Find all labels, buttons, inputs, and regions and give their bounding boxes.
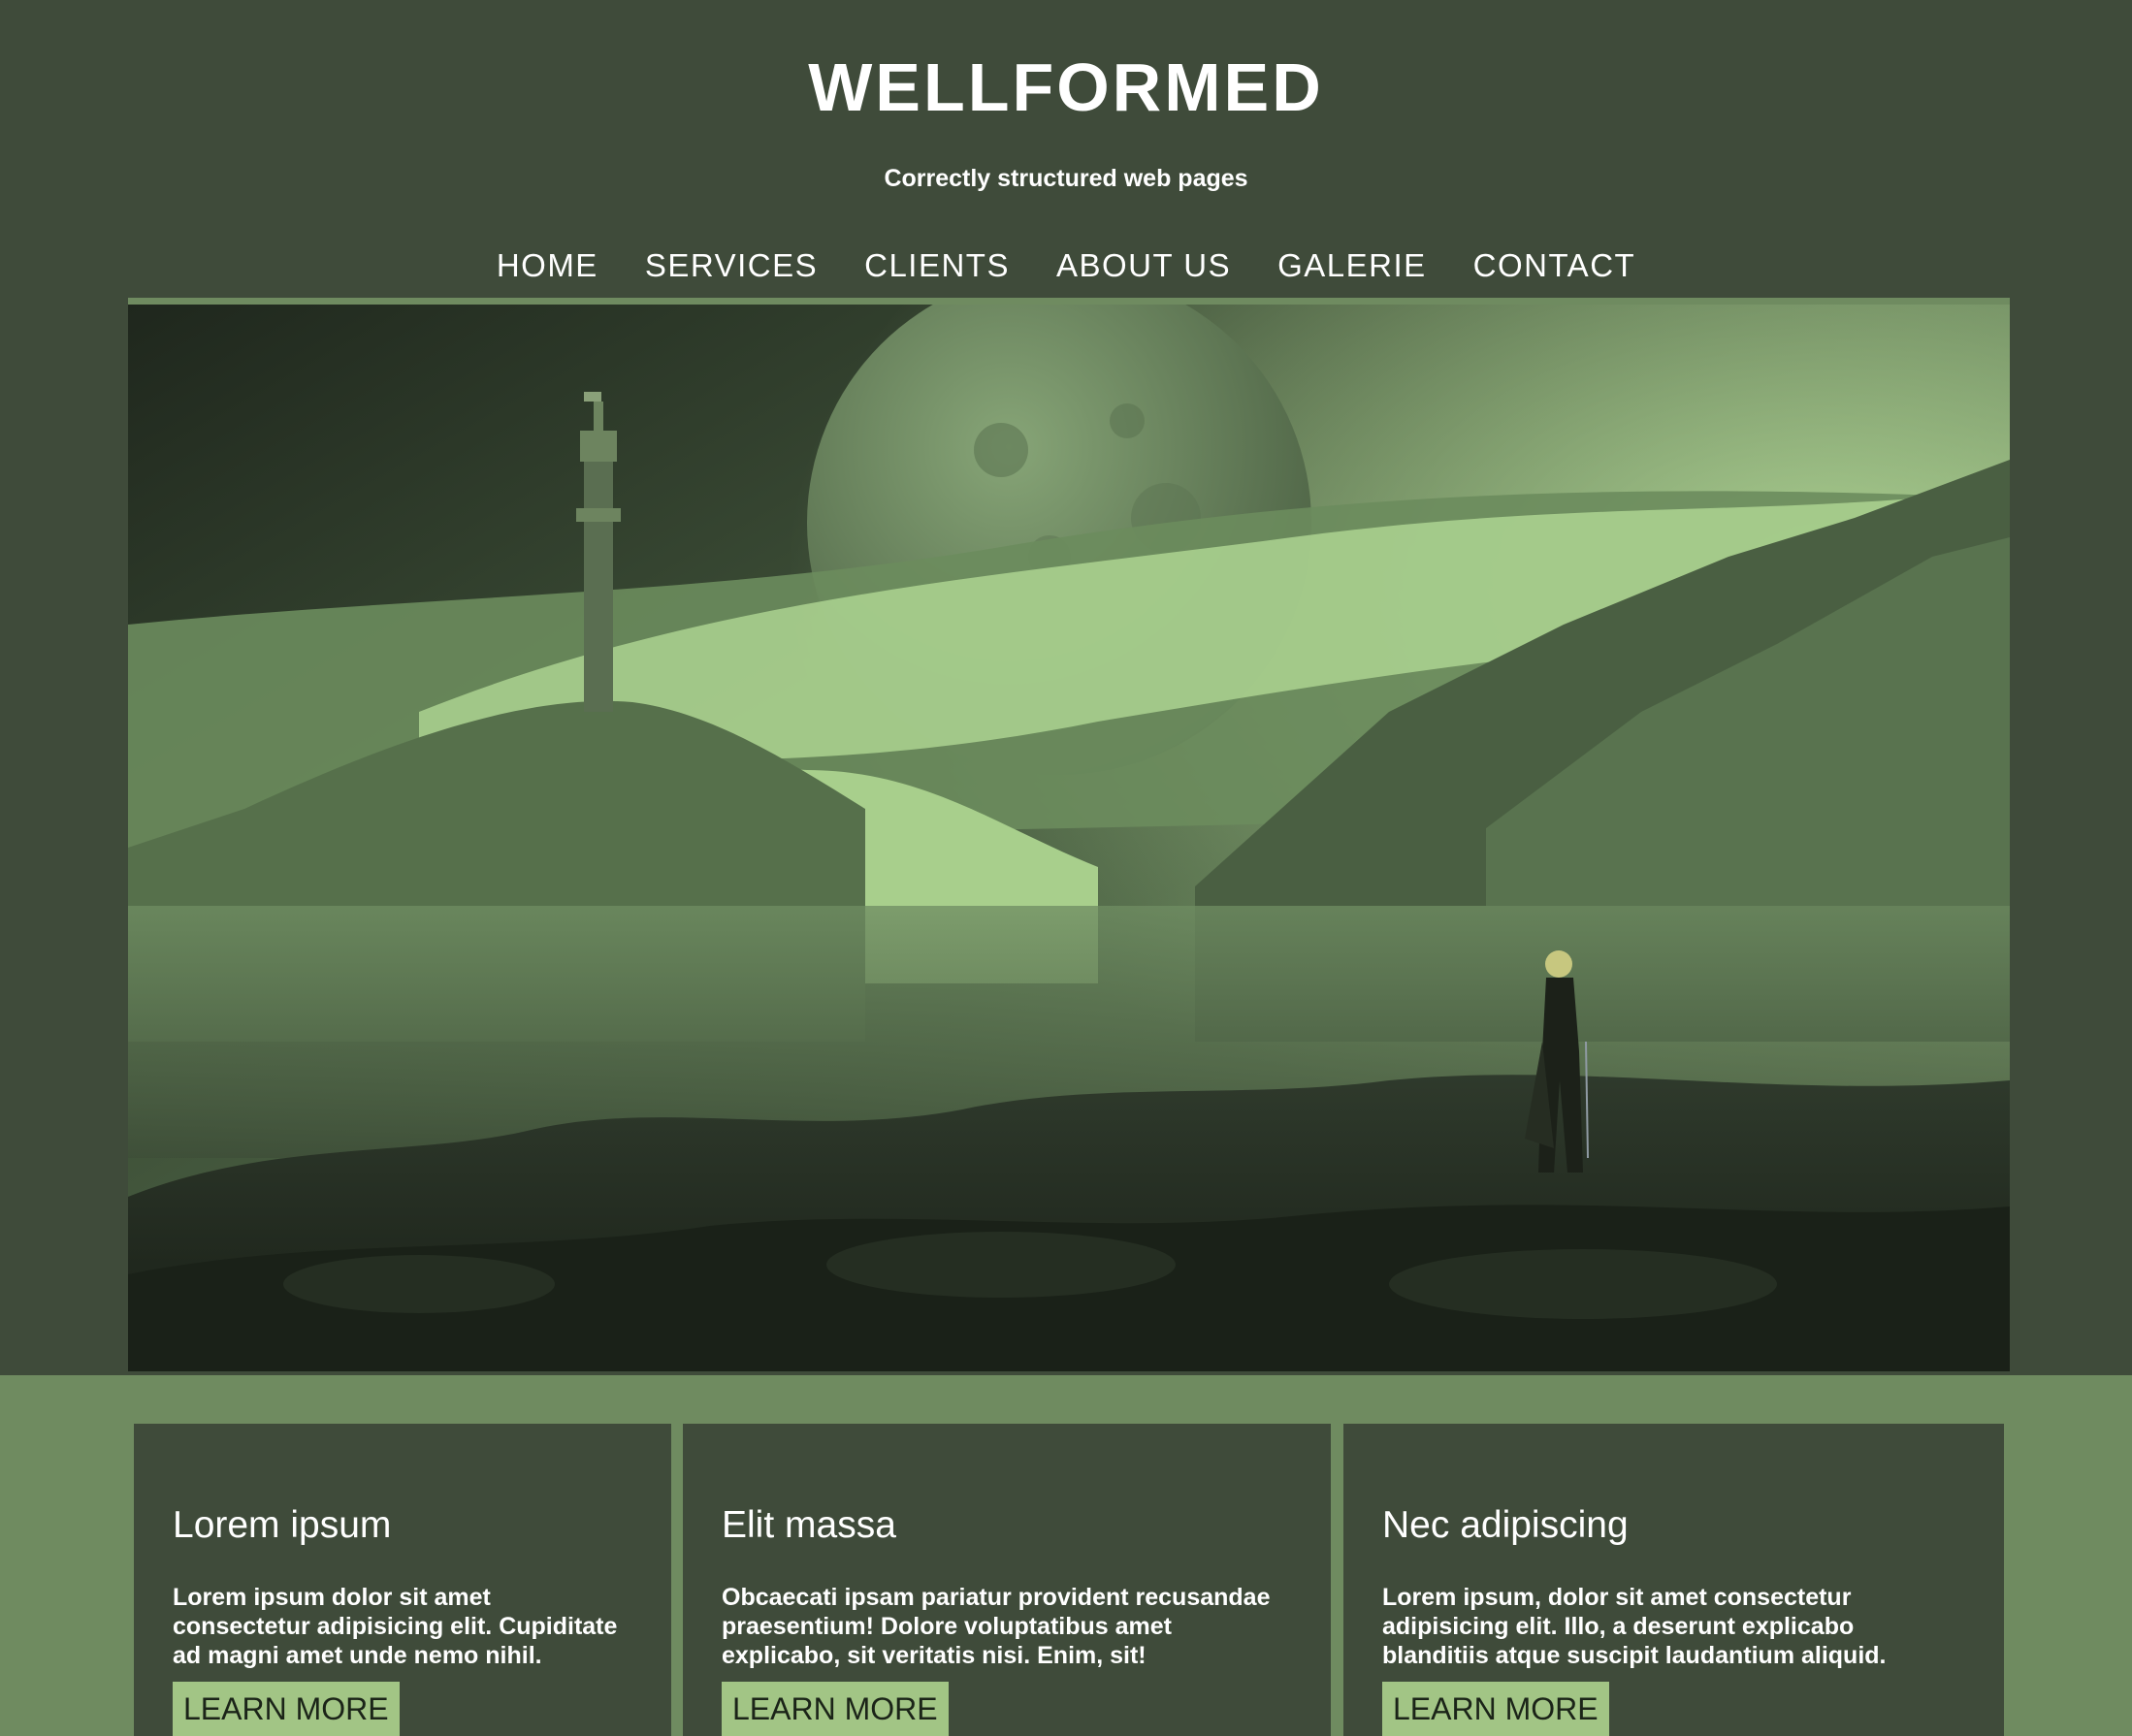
card-text: Lorem ipsum, dolor sit amet consectetur … [1382, 1584, 1887, 1669]
nav-item-clients[interactable]: CLIENTS [864, 241, 1010, 291]
card-title: Lorem ipsum [173, 1504, 392, 1546]
site-tagline: Correctly structured web pages [884, 165, 1248, 192]
nav-item-home[interactable]: HOME [497, 241, 598, 291]
nav-item-galerie[interactable]: GALERIE [1277, 241, 1427, 291]
hero-illustration [128, 305, 2010, 1371]
nav-item-services[interactable]: SERVICES [645, 241, 818, 291]
learn-more-button[interactable]: LEARN MORE [722, 1682, 949, 1736]
feature-card-2: Elit massa Obcaecati ipsam pariatur prov… [683, 1424, 1331, 1736]
site-header: WELLFORMED Correctly structured web page… [0, 0, 2132, 301]
learn-more-button[interactable]: LEARN MORE [1382, 1682, 1609, 1736]
nav-item-about-us[interactable]: ABOUT US [1056, 241, 1231, 291]
learn-more-button[interactable]: LEARN MORE [173, 1682, 400, 1736]
nav-item-contact[interactable]: CONTACT [1473, 241, 1636, 291]
card-title: Nec adipiscing [1382, 1504, 1629, 1546]
feature-card-1: Lorem ipsum Lorem ipsum dolor sit amet c… [134, 1424, 671, 1736]
card-text: Lorem ipsum dolor sit amet consectetur a… [173, 1584, 618, 1669]
site-title: WELLFORMED [808, 49, 1324, 125]
main-nav: HOME SERVICES CLIENTS ABOUT US GALERIE C… [0, 241, 2132, 291]
card-text: Obcaecati ipsam pariatur provident recus… [722, 1584, 1271, 1669]
feature-card-3: Nec adipiscing Lorem ipsum, dolor sit am… [1343, 1424, 2004, 1736]
hero-image [128, 305, 2010, 1371]
card-title: Elit massa [722, 1504, 896, 1546]
